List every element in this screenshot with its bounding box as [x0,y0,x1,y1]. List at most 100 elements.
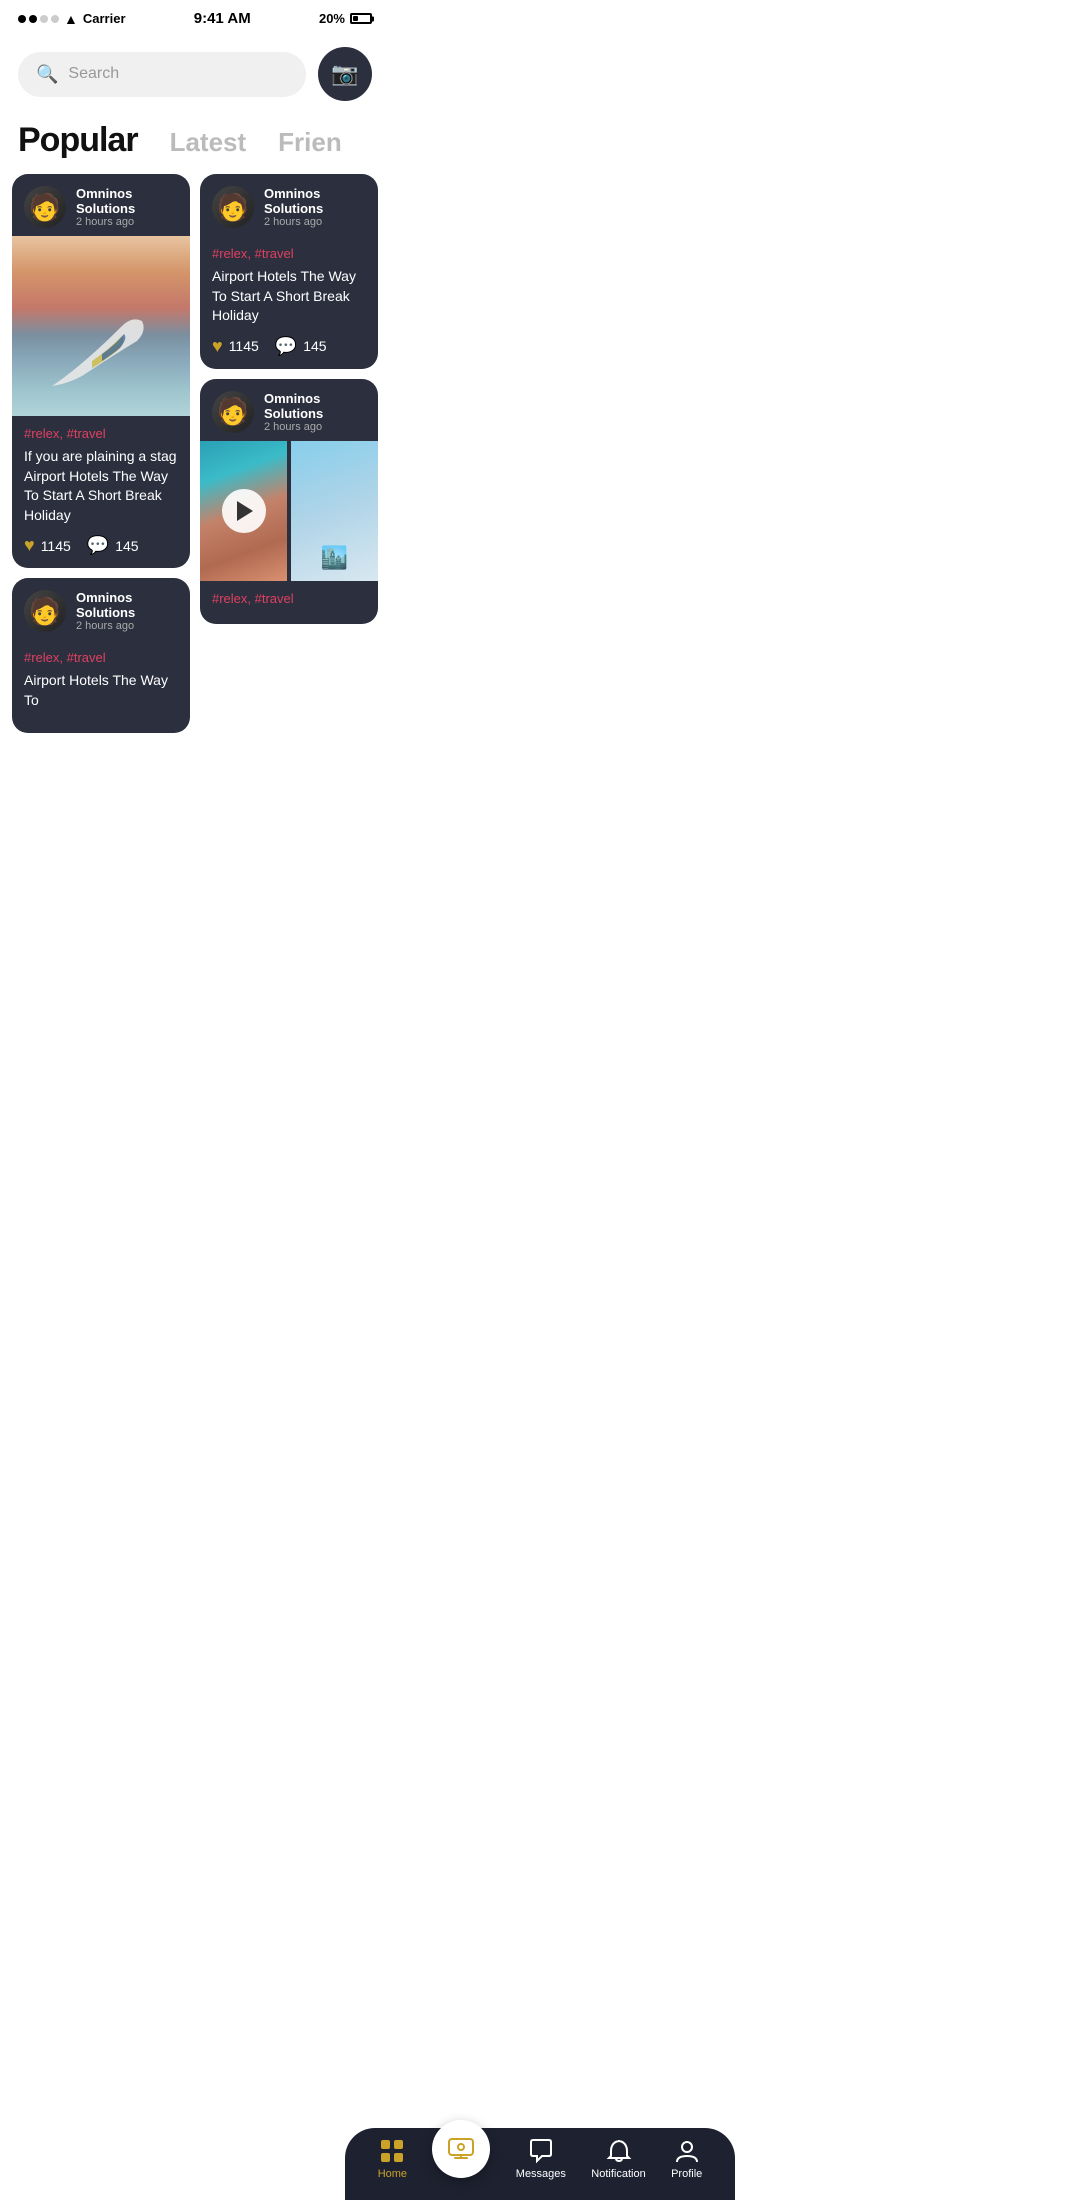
post-meta-2: Omninos Solutions 2 hours ago [264,186,366,228]
play-icon [237,501,253,521]
signal-indicator [18,15,59,23]
post-image-city: 🏙️ [291,441,378,581]
post-card-3[interactable]: 🧑 Omninos Solutions 2 hours ago [200,379,378,624]
camera-icon: 📷 [331,61,358,87]
post-header-3: 🧑 Omninos Solutions 2 hours ago [200,379,378,441]
status-bar: ▲ Carrier 9:41 AM 20% [0,0,390,33]
profile-icon [674,2138,700,2164]
search-placeholder: Search [68,65,119,83]
airplane-svg [42,306,162,396]
post-title-2: Airport Hotels The Way To Start A Short … [212,267,366,326]
comment-icon-2: 💬 [275,336,297,357]
messages-icon [528,2138,554,2164]
likes-stat-2: ♥ 1145 [212,336,259,357]
tab-latest[interactable]: Latest [170,127,247,158]
nav-notification[interactable]: Notification [591,2138,645,2180]
post-card-4[interactable]: 🧑 Omninos Solutions 2 hours ago #relex, … [12,578,190,732]
post-meta-4: Omninos Solutions 2 hours ago [76,590,178,632]
post-tags-2: #relex, #travel [212,246,366,261]
likes-count-2: 1145 [229,338,259,354]
carrier-label: Carrier [83,11,126,26]
post-image-airplane [12,236,190,416]
comments-count-1: 145 [115,538,138,554]
comment-icon-1: 💬 [87,535,109,556]
nav-home[interactable]: Home [378,2138,407,2180]
play-button[interactable] [222,489,266,533]
home-icon [379,2138,405,2164]
nav-profile-label: Profile [671,2168,702,2180]
nav-messages[interactable]: Messages [516,2138,566,2180]
feed-tabs: Popular Latest Frien [0,111,390,174]
tab-friends[interactable]: Frien [278,127,342,158]
search-bar[interactable]: 🔍 Search [18,52,306,97]
post-images-row: 🏙️ [200,441,378,581]
avatar-2: 🧑 [212,186,254,228]
nav-notification-label: Notification [591,2168,645,2180]
post-author-4: Omninos Solutions [76,590,178,620]
avatar-1: 🧑 [24,186,66,228]
right-column: 🧑 Omninos Solutions 2 hours ago #relex, … [200,174,378,733]
tab-popular[interactable]: Popular [18,121,138,160]
battery-indicator [350,13,372,24]
camera-button[interactable]: 📷 [318,47,372,101]
post-stats-2: ♥ 1145 💬 145 [212,336,366,357]
post-body-4: #relex, #travel Airport Hotels The Way T… [12,640,190,732]
post-time-3: 2 hours ago [264,421,366,433]
wifi-icon: ▲ [64,11,78,27]
nav-center-button[interactable] [432,2120,490,2178]
heart-icon-2: ♥ [212,336,223,357]
search-area: 🔍 Search 📷 [0,33,390,111]
post-time-2: 2 hours ago [264,216,366,228]
post-time-4: 2 hours ago [76,620,178,632]
comments-stat-1: 💬 145 [87,535,139,556]
avatar-img-1: 🧑 [24,186,66,228]
post-author-1: Omninos Solutions [76,186,178,216]
likes-stat-1: ♥ 1145 [24,535,71,556]
signal-dot-2 [29,15,37,23]
post-body-2: #relex, #travel Airport Hotels The Way T… [200,236,378,369]
tv-icon [446,2134,476,2164]
post-meta-3: Omninos Solutions 2 hours ago [264,391,366,433]
likes-count-1: 1145 [41,538,71,554]
post-tags-1: #relex, #travel [24,426,178,441]
signal-dot-1 [18,15,26,23]
comments-stat-2: 💬 145 [275,336,327,357]
post-time-1: 2 hours ago [76,216,178,228]
post-header-4: 🧑 Omninos Solutions 2 hours ago [12,578,190,640]
nav-messages-label: Messages [516,2168,566,2180]
clock: 9:41 AM [194,10,251,27]
avatar-img-3: 🧑 [212,391,254,433]
post-body-3: #relex, #travel [200,581,378,624]
post-card-2[interactable]: 🧑 Omninos Solutions 2 hours ago #relex, … [200,174,378,369]
battery-percent: 20% [319,11,345,26]
post-card-1[interactable]: 🧑 Omninos Solutions 2 hours ago #relex, … [12,174,190,568]
signal-dot-4 [51,15,59,23]
bottom-nav: Home Messages Notification Profile [345,2128,735,2200]
post-title-4: Airport Hotels The Way To [24,671,178,710]
avatar-4: 🧑 [24,590,66,632]
left-column: 🧑 Omninos Solutions 2 hours ago #relex, … [12,174,190,733]
notification-icon [606,2138,632,2164]
post-stats-1: ♥ 1145 💬 145 [24,535,178,556]
nav-profile[interactable]: Profile [671,2138,702,2180]
post-author-2: Omninos Solutions [264,186,366,216]
post-author-3: Omninos Solutions [264,391,366,421]
post-header-1: 🧑 Omninos Solutions 2 hours ago [12,174,190,236]
post-meta-1: Omninos Solutions 2 hours ago [76,186,178,228]
status-left: ▲ Carrier [18,11,126,27]
post-body-1: #relex, #travel If you are plaining a st… [12,416,190,568]
signal-dot-3 [40,15,48,23]
post-tags-3: #relex, #travel [212,591,366,606]
avatar-img-2: 🧑 [212,186,254,228]
avatar-3: 🧑 [212,391,254,433]
comments-count-2: 145 [303,338,326,354]
post-title-1: If you are plaining a stag Airport Hotel… [24,447,178,525]
post-header-2: 🧑 Omninos Solutions 2 hours ago [200,174,378,236]
status-right: 20% [319,11,372,26]
post-image-girl [200,441,287,581]
avatar-img-4: 🧑 [24,590,66,632]
post-tags-4: #relex, #travel [24,650,178,665]
nav-home-label: Home [378,2168,407,2180]
search-icon: 🔍 [36,64,58,85]
heart-icon-1: ♥ [24,535,35,556]
